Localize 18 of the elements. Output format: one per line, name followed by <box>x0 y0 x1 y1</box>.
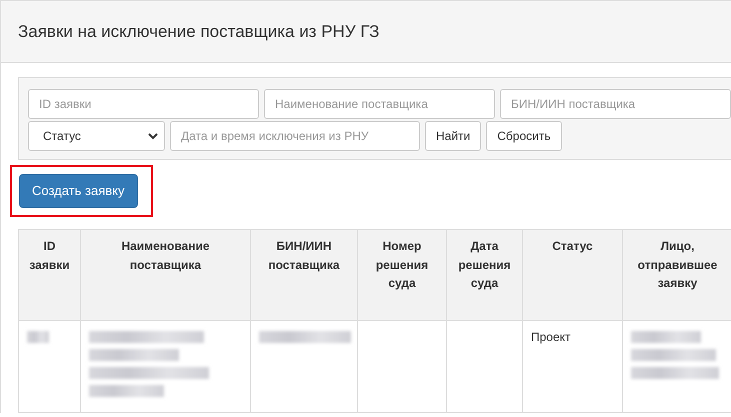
search-field[interactable]: Наименование поставщика <box>264 89 495 119</box>
create-button[interactable]: Создать заявку <box>19 174 138 208</box>
search-field[interactable]: ID заявки <box>28 89 259 119</box>
column-header: ID заявки <box>18 230 80 320</box>
search-button[interactable]: Найти <box>425 121 482 151</box>
column-header: Статус <box>522 230 622 320</box>
column-header: Наименование поставщика <box>80 230 250 320</box>
chevron-down-icon <box>148 132 158 140</box>
column-header: Лицо, отправившее заявку <box>622 230 731 320</box>
column-header: Дата решения суда <box>446 230 522 320</box>
search-field[interactable]: БИН/ИИН поставщика <box>500 89 731 119</box>
date-field[interactable]: Дата и время исключения из РНУ <box>170 121 420 151</box>
table-cell: Проект <box>522 320 622 412</box>
panel-title: Заявки на исключение поставщика из РНУ ГЗ <box>18 20 380 43</box>
reset-button[interactable]: Сбросить <box>486 121 562 151</box>
column-header: БИН/ИИН поставщика <box>250 230 358 320</box>
status-select[interactable]: Статус <box>28 121 165 151</box>
column-header: Номер решения суда <box>358 230 446 320</box>
